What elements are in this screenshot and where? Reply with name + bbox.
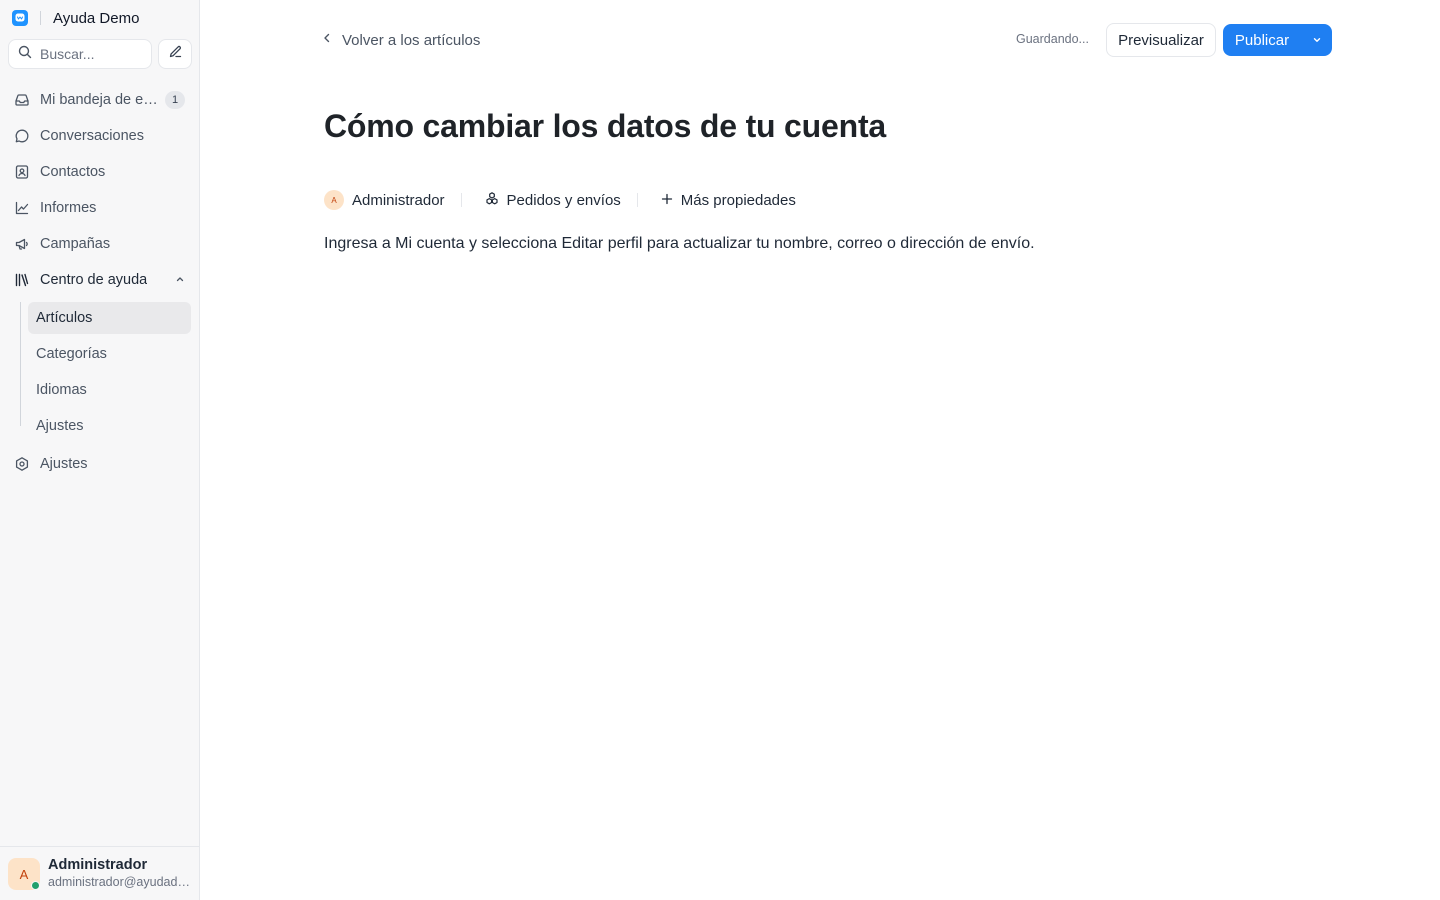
preview-button[interactable]: Previsualizar (1106, 23, 1216, 57)
author-name[interactable]: Administrador (352, 192, 445, 209)
article-properties: A Administrador Pedidos y envíos Más pro… (324, 189, 796, 211)
megaphone-icon (14, 236, 30, 252)
sidebar-item-settings[interactable]: Ajustes (8, 448, 192, 480)
more-properties-button[interactable]: Más propiedades (681, 192, 796, 209)
search-box[interactable] (8, 39, 152, 69)
sidebar-item-inbox[interactable]: Mi bandeja de entrada 1 (8, 84, 192, 116)
sidebar-item-label: Ajustes (40, 456, 88, 472)
sidebar-item-reports[interactable]: Informes (8, 192, 192, 224)
sidebar-item-label: Centro de ayuda (40, 272, 148, 288)
back-to-articles-link[interactable]: Volver a los artículos (320, 30, 480, 50)
user-email: administrador@ayudademo.com (48, 875, 192, 889)
sidebar-subitem-languages[interactable]: Idiomas (28, 374, 191, 406)
inbox-icon (14, 92, 30, 108)
publish-options-button[interactable] (1301, 24, 1332, 56)
brand[interactable]: Ayuda Demo (12, 9, 139, 27)
search-input[interactable] (40, 46, 140, 62)
sidebar-subitem-categories[interactable]: Categorías (28, 338, 191, 370)
library-books-icon (14, 272, 30, 288)
category-icon (485, 191, 499, 209)
brand-name: Ayuda Demo (53, 9, 140, 27)
article-body[interactable]: Ingresa a Mi cuenta y selecciona Editar … (324, 235, 1035, 253)
sidebar-subitem-articles[interactable]: Artículos (28, 302, 191, 334)
sidebar-item-label: Conversaciones (40, 128, 144, 144)
contact-card-icon (14, 164, 30, 180)
category-name[interactable]: Pedidos y envíos (507, 192, 621, 209)
sidebar-item-label: Informes (40, 200, 97, 216)
chevron-left-icon (320, 31, 334, 50)
sidebar-item-conversations[interactable]: Conversaciones (8, 120, 192, 152)
publish-button[interactable]: Publicar (1223, 24, 1301, 56)
sidebar-item-campaigns[interactable]: Campañas (8, 228, 192, 260)
online-status-dot (31, 881, 40, 890)
sidebar-item-label: Mi bandeja de entrada (40, 92, 162, 108)
inbox-count-badge: 1 (165, 91, 185, 109)
settings-icon (14, 456, 30, 472)
chevron-down-icon (1312, 33, 1322, 48)
search-icon (18, 45, 32, 64)
brand-divider (40, 11, 41, 25)
user-profile[interactable]: A Administrador administrador@ayudademo.… (0, 846, 199, 900)
pencil-edit-icon (168, 44, 183, 64)
sidebar-subitem-settings[interactable]: Ajustes (28, 410, 191, 442)
sidebar-item-help-center[interactable]: Centro de ayuda (8, 264, 192, 296)
chat-bubble-icon (14, 128, 30, 144)
sidebar: Ayuda Demo Mi bandeja de entrada 1 Conve… (0, 0, 200, 900)
article-title[interactable]: Cómo cambiar los datos de tu cuenta (324, 108, 886, 145)
sidebar-item-contacts[interactable]: Contactos (8, 156, 192, 188)
line-chart-icon (14, 200, 30, 216)
user-name: Administrador (48, 857, 148, 873)
plus-icon (661, 192, 673, 209)
saving-status: Guardando... (1016, 32, 1089, 46)
meta-divider (460, 193, 462, 207)
author-avatar: A (324, 190, 344, 210)
subtree-line (20, 302, 22, 426)
meta-divider (636, 193, 638, 207)
sidebar-item-label: Campañas (40, 236, 111, 252)
chat-logo-icon (12, 10, 28, 26)
sidebar-item-label: Contactos (40, 164, 106, 180)
back-link-label: Volver a los artículos (342, 31, 481, 49)
chevron-up-icon[interactable] (175, 271, 185, 289)
compose-button[interactable] (158, 39, 192, 69)
